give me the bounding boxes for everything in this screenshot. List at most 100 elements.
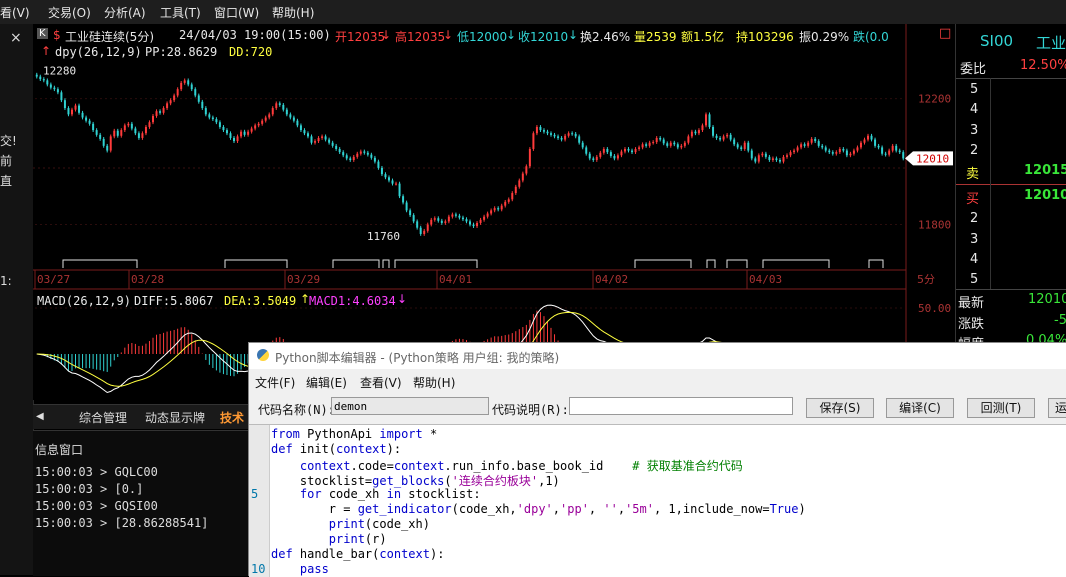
editor-menu-help[interactable]: 帮助(H) [413,374,455,391]
left-label: 交! [0,134,17,148]
candle-body [623,148,626,152]
candle-body [180,82,183,90]
candle-body [70,109,73,115]
candle-body [518,180,521,187]
dd-band-segment [382,259,390,268]
candle-body [342,152,345,156]
candle-body [810,138,813,143]
sell-price: 12015 [1024,163,1066,178]
candle-body [222,126,225,131]
candle-body [409,210,412,216]
candle-body [500,205,503,210]
divider [956,78,1066,79]
candle-body [835,152,838,154]
bottom-tabs: ◀ 综合管理 动态显示牌 技术 [33,404,248,429]
candle-body [898,150,901,153]
candle-body [726,134,729,137]
candle-body [831,152,834,154]
compile-button[interactable]: 编译(C) [886,398,954,418]
candle-body [814,138,817,142]
candle-body [321,136,324,138]
candle-body [437,218,440,221]
menu-window[interactable]: 窗口(W) [214,4,259,21]
change-value: -5 [1054,313,1066,328]
candle-body [546,131,549,134]
code-line: for code_xh in stocklist: [299,487,481,501]
menu-tools[interactable]: 工具(T) [160,4,201,21]
symbol-name: 工业 [1036,34,1066,52]
candle-body [254,125,257,129]
candle-body [324,136,327,140]
candle-body [137,133,140,138]
candle-body [264,117,267,121]
candle-body [218,122,221,127]
tab-scroll-left-icon[interactable]: ◀ [36,411,44,422]
weibi-label: 委比 [960,62,987,77]
candle-body [838,148,841,153]
close-icon[interactable]: × [10,30,22,46]
candle-body [359,151,362,154]
tab-dynamic-board[interactable]: 动态显示牌 [145,409,205,426]
candle-body [786,155,789,157]
candle-body [719,137,722,140]
save-button[interactable]: 保存(S) [806,398,874,418]
candle-body [631,150,634,153]
candle-body [183,80,186,83]
candle-body [88,120,91,124]
candle-body [775,158,778,160]
down-arrow-icon: ↓ [397,292,408,306]
last-price-tag: 12010 [916,152,949,165]
editor-menu-view[interactable]: 查看(V) [360,374,402,391]
candle-body [490,210,493,214]
candle-body [571,133,574,135]
candle-body [391,180,394,184]
code-desc-input[interactable] [569,397,793,415]
candle-body [750,150,753,159]
code-editor[interactable]: 5 10 from PythonApi import * def init(co… [249,424,1066,577]
menu-help[interactable]: 帮助(H) [272,4,314,21]
candle-body [881,147,884,154]
dd-band-segment [332,259,380,268]
dd-band-segment [706,259,716,268]
candle-body [528,148,531,167]
candle-body [127,123,130,126]
candle-body [155,111,158,116]
candle-body [53,87,56,90]
backtest-button[interactable]: 回测(T) [967,398,1035,418]
code-name-input[interactable] [331,397,489,415]
candle-body [345,155,348,159]
python-editor-window[interactable]: Python脚本编辑器 - (Python策略 用户组: 我的策略) 文件(F)… [248,342,1066,577]
candle-body [42,79,45,81]
candle-body [395,183,398,185]
candle-body [296,120,299,126]
editor-menu-edit[interactable]: 编辑(E) [306,374,347,391]
candle-body [123,125,126,131]
code-line: print(r) [328,532,387,546]
candle-body [85,117,88,121]
candle-body [627,148,630,151]
candle-body [426,224,429,231]
candle-body [423,230,426,234]
sell-level: 2 [970,143,979,158]
symbol-code: SI00 [980,32,1014,50]
editor-title-bar[interactable]: Python脚本编辑器 - (Python策略 用户组: 我的策略) [249,343,1066,369]
menu-trade[interactable]: 交易(O) [48,4,91,21]
candle-body [863,139,866,143]
tab-technical[interactable]: 技术 [220,409,244,426]
menu-analysis[interactable]: 分析(A) [104,4,146,21]
tab-general-management[interactable]: 综合管理 [79,409,127,426]
sell-level: 3 [970,123,979,138]
menu-view[interactable]: 看(V) [0,4,30,21]
candle-body [458,215,461,218]
run-button[interactable]: 运 [1048,398,1066,418]
candle-body [469,221,471,225]
candle-body [67,108,70,115]
candle-body [292,117,295,121]
candle-body [331,142,334,146]
candle-body [349,158,352,160]
candle-body [92,123,95,131]
high-annotation: 12280 [43,65,76,78]
editor-menu-file[interactable]: 文件(F) [255,374,295,391]
candle-body [476,222,479,227]
candle-body [373,157,376,162]
